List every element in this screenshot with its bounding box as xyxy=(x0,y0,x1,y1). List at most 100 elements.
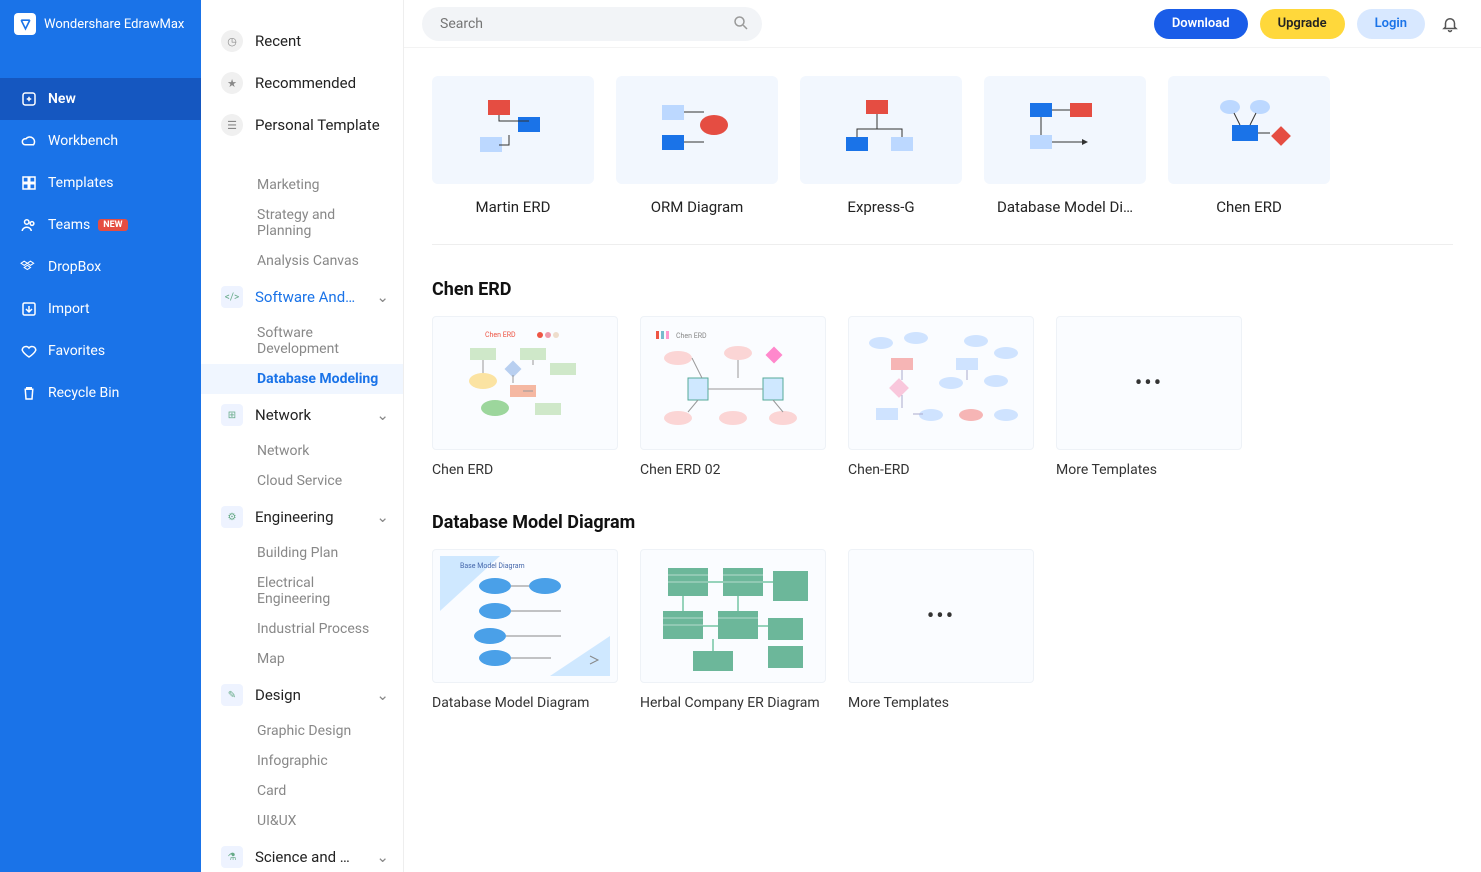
nav-templates[interactable]: Templates xyxy=(0,162,201,204)
dropbox-icon xyxy=(20,258,48,276)
template-label: Herbal Company ER Diagram xyxy=(640,695,826,711)
nav-import[interactable]: Import xyxy=(0,288,201,330)
cat-sub-marketing[interactable]: Marketing xyxy=(201,170,403,200)
bell-icon[interactable] xyxy=(1437,11,1463,37)
topbar: Download Upgrade Login xyxy=(404,0,1481,48)
nav-new[interactable]: New xyxy=(0,78,201,120)
midtop-label: Recent xyxy=(255,32,301,50)
brand-bar: Wondershare EdrawMax xyxy=(0,0,201,48)
template-thumb: Chen ERD xyxy=(640,316,826,450)
template-chen-erd-dash[interactable]: Chen-ERD xyxy=(848,316,1034,478)
engineering-icon: ⚙ xyxy=(221,506,243,528)
diagram-thumb xyxy=(616,76,778,184)
diagram-label: ORM Diagram xyxy=(651,198,744,216)
cat-sub-analysis[interactable]: Analysis Canvas xyxy=(201,246,403,276)
cat-software[interactable]: </> Software And… ⌄ xyxy=(201,276,403,318)
nav-label: DropBox xyxy=(48,259,101,275)
cat-sub-network[interactable]: Network xyxy=(201,436,403,466)
chevron-down-icon: ⌄ xyxy=(376,848,389,866)
cat-label: Software And… xyxy=(255,288,355,306)
chevron-down-icon: ⌄ xyxy=(376,686,389,704)
design-icon: ✎ xyxy=(221,684,243,706)
section-title: Database Model Diagram xyxy=(432,512,1453,533)
import-icon xyxy=(20,300,48,318)
template-label: Database Model Diagram xyxy=(432,695,618,711)
search-input[interactable] xyxy=(422,7,762,41)
download-button[interactable]: Download xyxy=(1154,9,1248,39)
nav-label: Import xyxy=(48,301,90,317)
template-thumb: ••• xyxy=(848,549,1034,683)
nav-workbench[interactable]: Workbench xyxy=(0,120,201,162)
more-icon: ••• xyxy=(1135,371,1163,396)
template-label: More Templates xyxy=(848,695,1034,711)
cat-sub-card[interactable]: Card xyxy=(201,776,403,806)
cat-sub-building[interactable]: Building Plan xyxy=(201,538,403,568)
nav-favorites[interactable]: Favorites xyxy=(0,330,201,372)
chevron-down-icon: ⌄ xyxy=(376,288,389,306)
cat-sub-industrial[interactable]: Industrial Process xyxy=(201,614,403,644)
code-icon: </> xyxy=(221,286,243,308)
svg-text:Chen ERD: Chen ERD xyxy=(485,331,516,339)
cat-sub-uiux[interactable]: UI&UX xyxy=(201,806,403,836)
app-logo-icon xyxy=(14,13,36,35)
diagram-type-chen-erd[interactable]: Chen ERD xyxy=(1168,76,1330,216)
template-more-dbmodel[interactable]: ••• More Templates xyxy=(848,549,1034,711)
diagram-type-martin-erd[interactable]: Martin ERD xyxy=(432,76,594,216)
nav-label: Templates xyxy=(48,175,114,191)
nav-label: Teams xyxy=(48,217,90,233)
brand-name: Wondershare EdrawMax xyxy=(44,17,184,32)
midtop-recent[interactable]: ◷ Recent xyxy=(201,20,403,62)
cat-label: Science and … xyxy=(255,848,350,866)
diagram-thumb xyxy=(432,76,594,184)
template-thumb: ••• xyxy=(1056,316,1242,450)
clock-icon: ◷ xyxy=(221,30,243,52)
diagram-label: Database Model Di… xyxy=(997,198,1133,216)
cat-sub-electrical[interactable]: Electrical Engineering xyxy=(201,568,403,614)
template-chen-erd-02[interactable]: Chen ERD Chen ERD 02 xyxy=(640,316,826,478)
login-button[interactable]: Login xyxy=(1357,9,1425,39)
diagram-type-express-g[interactable]: Express-G xyxy=(800,76,962,216)
diagram-thumb xyxy=(1168,76,1330,184)
science-icon: ⚗ xyxy=(221,846,243,868)
nav-teams[interactable]: Teams NEW xyxy=(0,204,201,246)
template-more-chen[interactable]: ••• More Templates xyxy=(1056,316,1242,478)
midtop-recommended[interactable]: ★ Recommended xyxy=(201,62,403,104)
cat-network[interactable]: ⊞ Network ⌄ xyxy=(201,394,403,436)
chevron-down-icon: ⌄ xyxy=(376,406,389,424)
template-label: Chen-ERD xyxy=(848,462,1034,478)
cat-sub-database-modeling[interactable]: Database Modeling xyxy=(201,364,403,394)
upgrade-button[interactable]: Upgrade xyxy=(1260,9,1345,39)
template-chen-erd[interactable]: Chen ERD Chen ERD xyxy=(432,316,618,478)
midtop-personal-template[interactable]: ☰ Personal Template xyxy=(201,104,403,146)
category-panel: ◷ Recent ★ Recommended ☰ Personal Templa… xyxy=(201,0,404,872)
cat-label: Design xyxy=(255,686,301,704)
diagram-type-orm[interactable]: ORM Diagram xyxy=(616,76,778,216)
nav-recycle-bin[interactable]: Recycle Bin xyxy=(0,372,201,414)
template-dbmodel[interactable]: Base Model Diagram Database Model Diagra… xyxy=(432,549,618,711)
grid-icon xyxy=(20,174,48,192)
template-herbal-er[interactable]: Herbal Company ER Diagram xyxy=(640,549,826,711)
search-icon[interactable] xyxy=(732,14,750,32)
nav-dropbox[interactable]: DropBox xyxy=(0,246,201,288)
plus-square-icon xyxy=(20,90,48,108)
cat-sub-map[interactable]: Map xyxy=(201,644,403,674)
cat-engineering[interactable]: ⚙ Engineering ⌄ xyxy=(201,496,403,538)
diagram-thumb xyxy=(984,76,1146,184)
template-label: Chen ERD xyxy=(432,462,618,478)
cat-sub-graphic[interactable]: Graphic Design xyxy=(201,716,403,746)
cat-sub-software-dev[interactable]: Software Development xyxy=(201,318,403,364)
midtop-label: Recommended xyxy=(255,74,356,92)
cat-design[interactable]: ✎ Design ⌄ xyxy=(201,674,403,716)
cat-sub-infographic[interactable]: Infographic xyxy=(201,746,403,776)
diagram-label: Chen ERD xyxy=(1216,198,1282,216)
section-chen-erd: Chen ERD Chen ERD Chen ERD Chen ERD Chen… xyxy=(432,279,1453,478)
diagram-type-db-model[interactable]: Database Model Di… xyxy=(984,76,1146,216)
cat-sub-cloud-service[interactable]: Cloud Service xyxy=(201,466,403,496)
diagram-label: Martin ERD xyxy=(476,198,551,216)
svg-text:Chen ERD: Chen ERD xyxy=(676,332,707,340)
network-icon: ⊞ xyxy=(221,404,243,426)
star-icon: ★ xyxy=(221,72,243,94)
cat-sub-strategy[interactable]: Strategy and Planning xyxy=(201,200,403,246)
new-badge: NEW xyxy=(98,219,127,231)
cat-science[interactable]: ⚗ Science and … ⌄ xyxy=(201,836,403,872)
